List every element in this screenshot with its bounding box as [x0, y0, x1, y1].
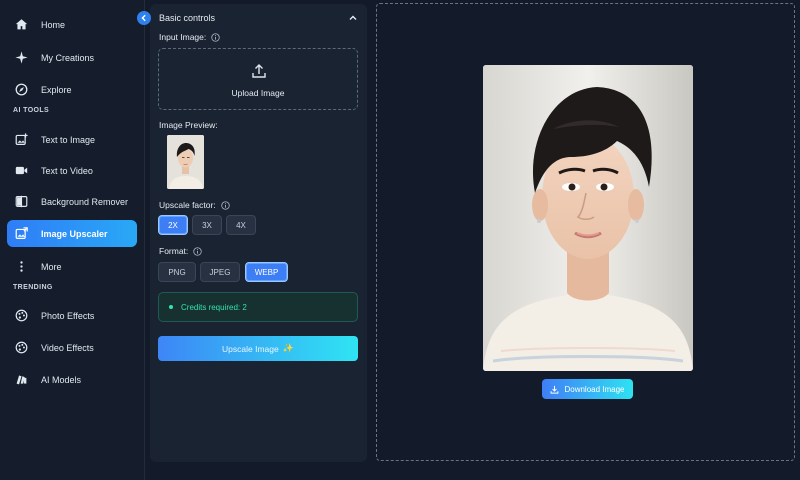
palette-icon: [14, 341, 28, 355]
image-preview-label: Image Preview:: [159, 120, 218, 130]
sidebar-item-label: Video Effects: [41, 342, 94, 353]
image-plus-icon: [14, 133, 28, 147]
upscale-icon: [14, 227, 28, 241]
upload-icon: [252, 64, 266, 78]
sidebar-item-text-to-video[interactable]: Text to Video: [7, 157, 137, 184]
status-dot-icon: [169, 305, 173, 309]
credits-notice: Credits required: 2: [158, 292, 358, 322]
sidebar-item-photo-effects[interactable]: Photo Effects: [7, 302, 137, 329]
format-label: Format:: [159, 246, 202, 256]
split-image-icon: [14, 195, 28, 209]
download-image-label: Download Image: [564, 384, 625, 394]
sidebar: Home My Creations Explore AI TOOLS Text …: [0, 0, 145, 480]
video-icon: [14, 164, 28, 178]
upscale-image-button-label: Upscale Image: [222, 343, 279, 354]
sidebar-item-label: Text to Image: [41, 134, 96, 145]
collapse-sidebar-button[interactable]: [137, 11, 151, 25]
section-heading-ai-tools: AI TOOLS: [13, 107, 50, 114]
sidebar-item-label: Image Upscaler: [41, 228, 108, 239]
sidebar-item-text-to-image[interactable]: Text to Image: [7, 126, 137, 153]
sidebar-item-explore[interactable]: Explore: [7, 76, 137, 103]
upscale-option-2x[interactable]: 2X: [158, 215, 188, 235]
chevron-left-icon: [141, 14, 146, 22]
result-preview-area: Download Image: [376, 3, 795, 461]
sidebar-item-label: AI Models: [41, 374, 82, 385]
upload-image-dropzone[interactable]: Upload Image: [158, 48, 358, 110]
download-icon: [551, 385, 559, 394]
sidebar-item-label: Explore: [41, 84, 72, 95]
compass-icon: [14, 83, 28, 97]
sidebar-item-label: My Creations: [41, 52, 95, 63]
input-image-label-text: Input Image:: [159, 32, 207, 42]
credits-text: Credits required: 2: [181, 302, 247, 312]
sidebar-item-label: Text to Video: [41, 165, 93, 176]
upscale-factor-label: Upscale factor:: [159, 200, 230, 210]
models-icon: [14, 373, 28, 387]
upscale-option-3x[interactable]: 3X: [192, 215, 222, 235]
info-icon[interactable]: [221, 200, 230, 210]
sidebar-item-ai-models[interactable]: AI Models: [7, 366, 137, 393]
format-option-webp[interactable]: WEBP: [245, 262, 288, 282]
chevron-up-icon[interactable]: [348, 13, 358, 23]
more-vertical-icon: [14, 260, 28, 274]
sparkle-icon: ✨: [282, 343, 294, 353]
basic-controls-panel: Basic controls Input Image: Upload Image…: [150, 4, 367, 462]
info-icon[interactable]: [193, 246, 202, 256]
sidebar-item-my-creations[interactable]: My Creations: [7, 44, 137, 71]
upscale-image-button[interactable]: Upscale Image ✨: [158, 336, 358, 361]
sidebar-item-image-upscaler[interactable]: Image Upscaler: [7, 220, 137, 247]
sidebar-item-label: Photo Effects: [41, 310, 95, 321]
input-image-thumbnail: [167, 135, 204, 189]
home-icon: [14, 18, 28, 32]
sparkle-icon: [14, 51, 28, 65]
section-heading-trending: TRENDING: [13, 284, 53, 291]
sidebar-item-video-effects[interactable]: Video Effects: [7, 334, 137, 361]
sidebar-item-more[interactable]: More: [7, 253, 137, 280]
sidebar-item-home[interactable]: Home: [7, 11, 137, 38]
sidebar-item-label: Background Remover: [41, 196, 129, 207]
format-option-png[interactable]: PNG: [158, 262, 196, 282]
input-image-label: Input Image:: [159, 32, 220, 42]
panel-title: Basic controls: [159, 13, 216, 23]
sidebar-item-label: Home: [41, 19, 66, 30]
upscale-option-4x[interactable]: 4X: [226, 215, 256, 235]
upload-image-label: Upload Image: [231, 88, 285, 98]
sidebar-item-label: More: [41, 261, 62, 272]
download-image-button[interactable]: Download Image: [542, 379, 633, 399]
format-option-jpeg[interactable]: JPEG: [200, 262, 240, 282]
format-label-text: Format:: [159, 246, 189, 256]
palette-icon: [14, 309, 28, 323]
upscaled-result-image: [483, 65, 693, 371]
sidebar-item-background-remover[interactable]: Background Remover: [7, 188, 137, 215]
upscale-factor-label-text: Upscale factor:: [159, 200, 216, 210]
info-icon[interactable]: [211, 32, 220, 42]
